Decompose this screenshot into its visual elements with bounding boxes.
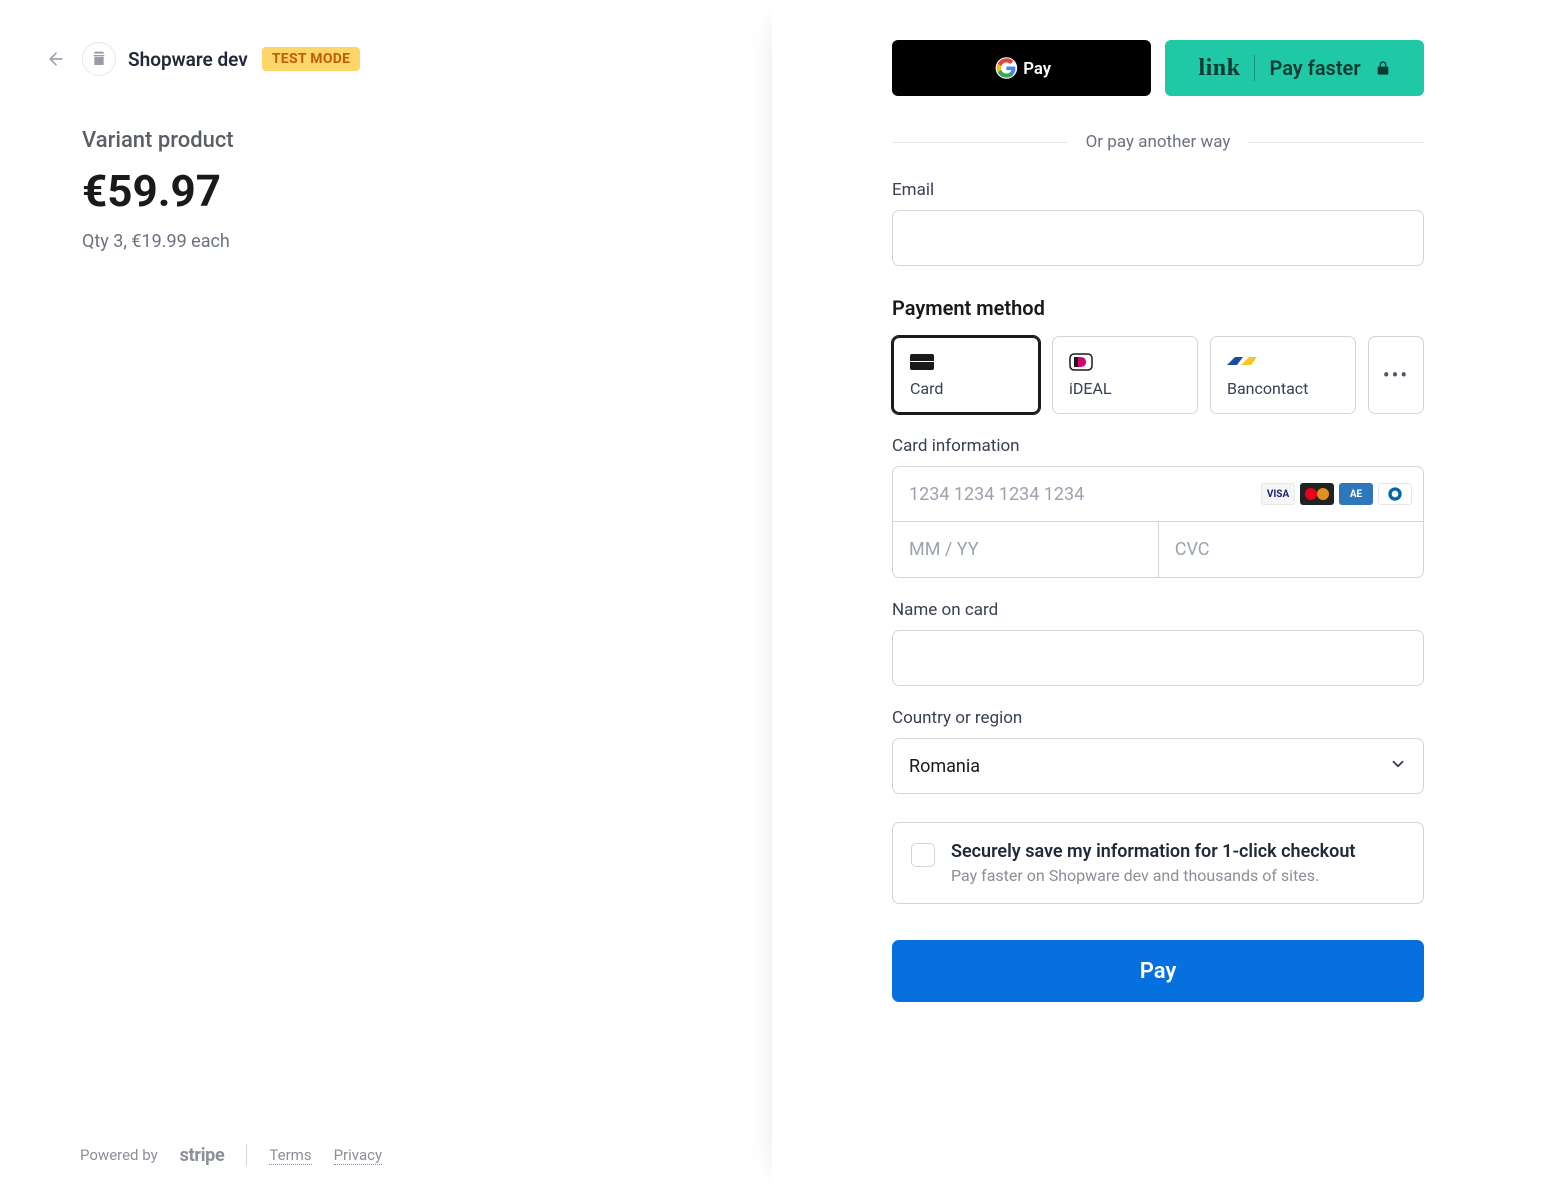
or-divider-text: Or pay another way — [1086, 132, 1231, 152]
back-arrow-icon[interactable] — [42, 45, 70, 73]
method-more-button[interactable]: ••• — [1368, 336, 1424, 414]
footer-divider — [246, 1144, 247, 1166]
google-pay-button[interactable]: Pay — [892, 40, 1151, 96]
link-pay-button[interactable]: link Pay faster — [1165, 40, 1424, 96]
left-header: Shopware dev TEST MODE — [42, 42, 708, 76]
country-select-value: Romania — [909, 756, 980, 777]
save-info-title: Securely save my information for 1-click… — [951, 841, 1355, 862]
diners-icon — [1378, 483, 1412, 505]
terms-link[interactable]: Terms — [269, 1146, 311, 1165]
product-name: Variant product — [82, 128, 708, 153]
country-select[interactable]: Romania — [892, 738, 1424, 794]
svg-text:Pay: Pay — [1023, 59, 1052, 79]
name-on-card-field[interactable] — [892, 630, 1424, 686]
method-tab-ideal[interactable]: iDEAL — [1052, 336, 1198, 414]
merchant-name: Shopware dev — [128, 48, 248, 71]
product-price: €59.97 — [82, 165, 708, 217]
card-cvc-field[interactable] — [1158, 522, 1424, 578]
method-tab-bancontact-label: Bancontact — [1227, 379, 1339, 398]
save-info-subtitle: Pay faster on Shopware dev and thousands… — [951, 866, 1355, 885]
payment-method-tabs: Card iDEAL Bancontact ••• — [892, 336, 1424, 414]
chevron-down-icon — [1389, 755, 1407, 778]
card-expiry-field[interactable] — [892, 522, 1158, 578]
powered-by-label: Powered by — [80, 1146, 158, 1164]
name-on-card-label: Name on card — [892, 600, 1424, 620]
express-checkout-row: Pay link Pay faster — [892, 40, 1424, 96]
link-separator — [1254, 55, 1255, 81]
save-info-box: Securely save my information for 1-click… — [892, 822, 1424, 904]
email-field[interactable] — [892, 210, 1424, 266]
google-pay-icon: Pay — [986, 56, 1058, 80]
amex-icon: AE — [1339, 483, 1373, 505]
link-logo: link — [1198, 55, 1240, 82]
ideal-icon — [1069, 353, 1181, 371]
save-info-checkbox[interactable] — [911, 843, 935, 867]
bancontact-icon — [1227, 353, 1339, 371]
left-footer: Powered by stripe Terms Privacy — [80, 1144, 382, 1166]
privacy-link[interactable]: Privacy — [334, 1146, 382, 1165]
pay-button[interactable]: Pay — [892, 940, 1424, 1002]
product-summary: Variant product €59.97 Qty 3, €19.99 eac… — [82, 128, 708, 252]
visa-icon: VISA — [1261, 483, 1295, 505]
method-tab-ideal-label: iDEAL — [1069, 379, 1181, 398]
payment-method-title: Payment method — [892, 296, 1424, 320]
card-icon — [910, 353, 1022, 371]
card-brand-icons: VISA AE — [1261, 483, 1412, 505]
mastercard-icon — [1300, 483, 1334, 505]
product-subline: Qty 3, €19.99 each — [82, 231, 708, 252]
merchant-logo — [82, 42, 116, 76]
link-cta-text: Pay faster — [1269, 56, 1360, 80]
country-label: Country or region — [892, 708, 1424, 728]
stripe-logo: stripe — [180, 1145, 225, 1166]
or-divider: Or pay another way — [892, 132, 1424, 152]
card-info-label: Card information — [892, 436, 1424, 456]
test-mode-badge: TEST MODE — [262, 47, 361, 71]
method-tab-bancontact[interactable]: Bancontact — [1210, 336, 1356, 414]
email-label: Email — [892, 180, 1424, 200]
summary-pane: Shopware dev TEST MODE Variant product €… — [0, 0, 772, 1192]
payment-pane: Pay link Pay faster Or pay another way E… — [772, 0, 1544, 1192]
method-tab-card-label: Card — [910, 379, 1022, 398]
method-tab-card[interactable]: Card — [892, 336, 1040, 414]
lock-icon — [1375, 60, 1391, 76]
